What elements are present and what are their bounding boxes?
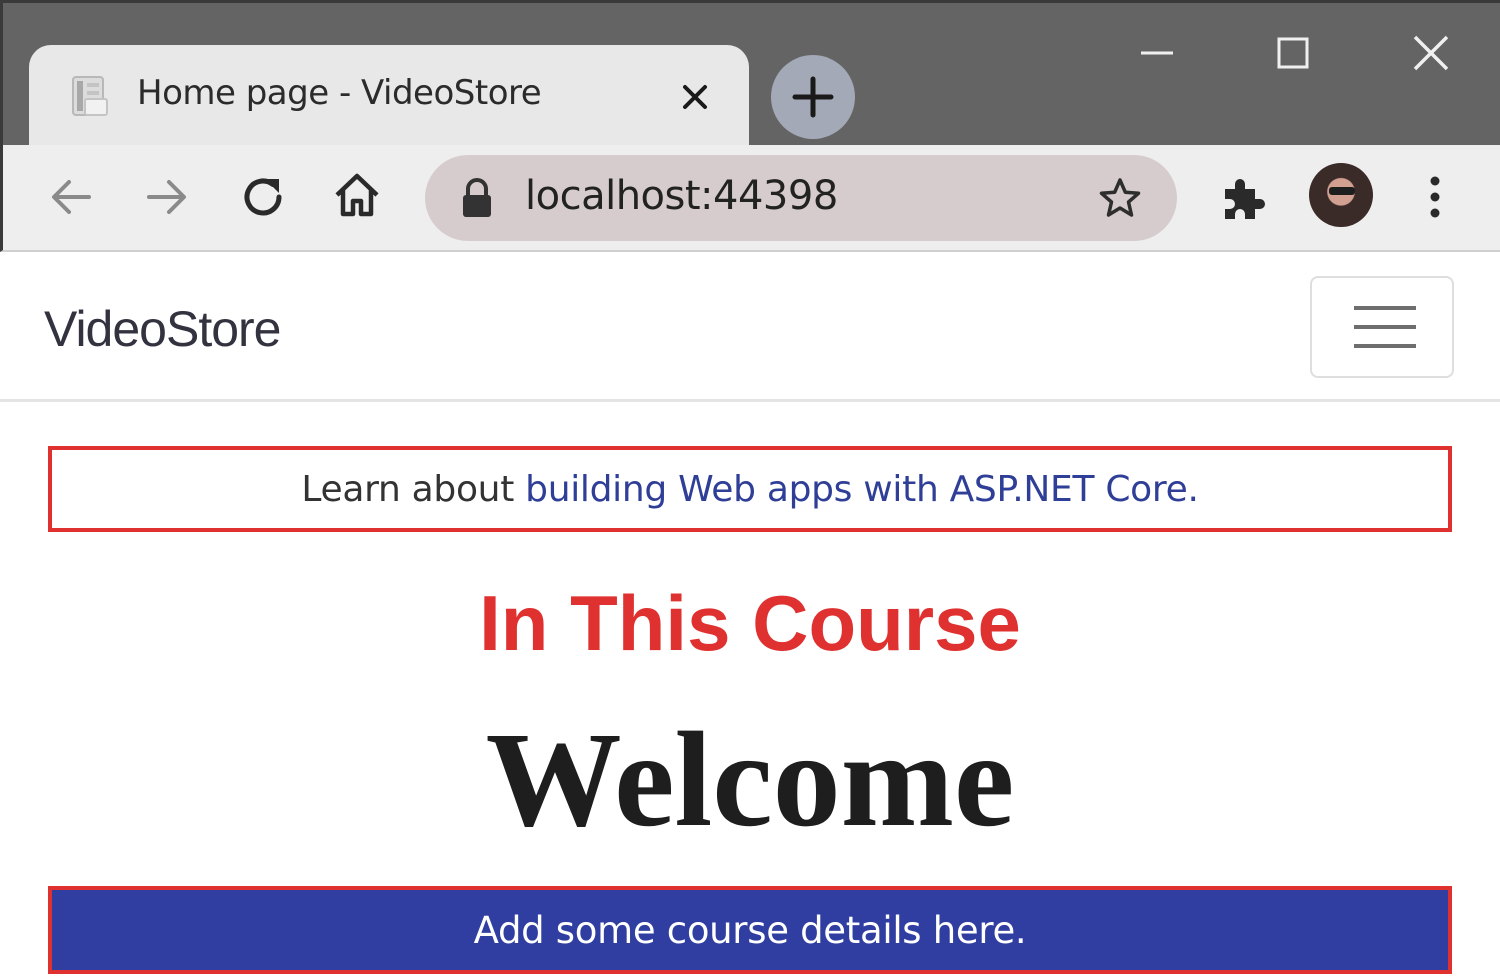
navbar-toggle-button[interactable] [1310,276,1454,378]
address-bar[interactable]: localhost:44398 [425,155,1177,241]
home-icon[interactable] [329,167,385,223]
hamburger-icon [1354,306,1416,348]
tab-title: Home page - VideoStore [137,73,542,113]
new-tab-button[interactable] [771,55,855,139]
learn-about-box: Learn about building Web apps with ASP.N… [48,446,1452,532]
course-details-box: Add some course details here. [48,886,1452,974]
minimize-icon[interactable] [1135,31,1179,75]
course-heading: In This Course [479,579,1021,667]
arrow-right-icon[interactable] [139,169,195,225]
learn-prefix-text: Learn about [301,468,526,510]
tab-home-page[interactable]: Home page - VideoStore [29,45,749,148]
maximize-icon[interactable] [1271,31,1315,75]
site-navbar: VideoStore [0,252,1500,402]
lock-icon[interactable] [457,177,497,219]
avatar[interactable] [1309,163,1373,227]
brand-link[interactable]: VideoStore [44,300,281,358]
puzzle-icon[interactable] [1215,169,1271,225]
more-vertical-icon[interactable] [1407,169,1463,225]
close-icon[interactable] [677,79,713,115]
page-icon [72,76,108,116]
reload-icon[interactable] [235,169,291,225]
browser-toolbar: localhost:44398 [0,145,1500,252]
star-icon[interactable] [1097,175,1143,221]
browser-titlebar: Home page - VideoStore [0,0,1500,148]
aspnet-core-link[interactable]: building Web apps with ASP.NET Core. [525,469,1199,510]
arrow-left-icon[interactable] [43,169,99,225]
plus-icon [792,76,834,118]
url-text[interactable]: localhost:44398 [525,173,838,219]
welcome-heading: Welcome [485,705,1015,855]
window-close-icon[interactable] [1409,31,1453,75]
